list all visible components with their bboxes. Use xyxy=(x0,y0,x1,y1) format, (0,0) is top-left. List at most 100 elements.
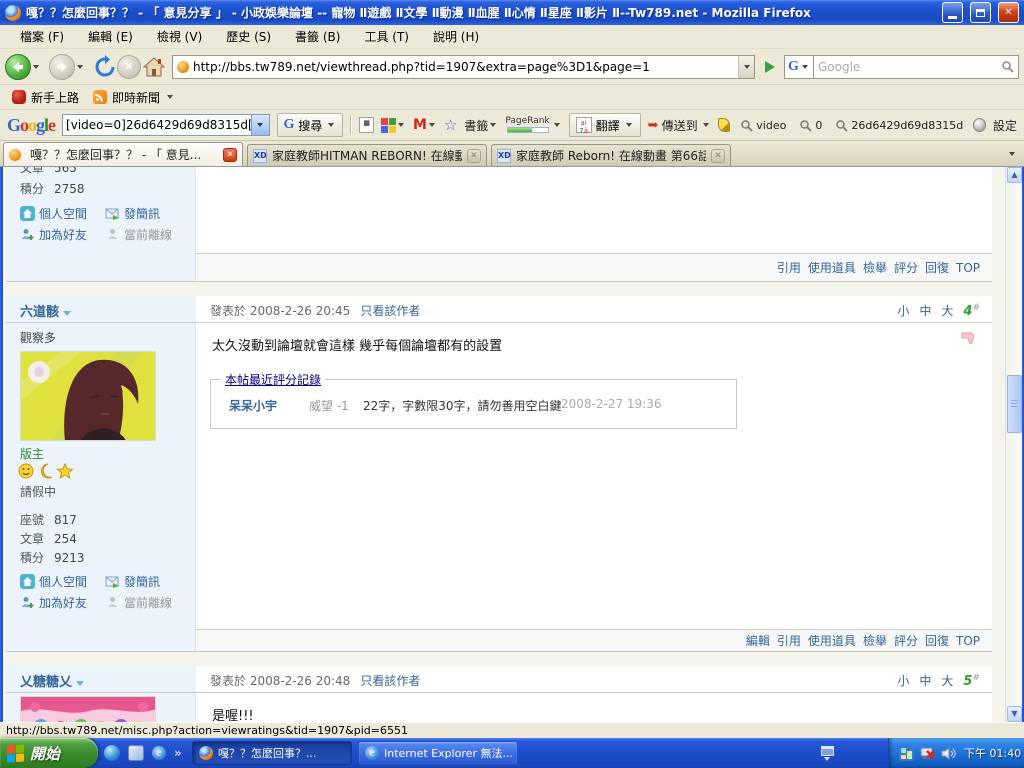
username-link[interactable]: 乂糖糖乂 xyxy=(20,671,84,690)
google-bookmarks-button[interactable]: 書籤 xyxy=(464,117,498,134)
thumb-down-icon[interactable] xyxy=(960,331,978,347)
floor-number[interactable]: 4# xyxy=(963,303,980,319)
home-button[interactable] xyxy=(141,54,167,80)
gmail-button[interactable]: M xyxy=(413,117,437,133)
stop-button[interactable]: ✕ xyxy=(117,55,141,79)
taskbar-toolbar-handle[interactable] xyxy=(818,741,836,765)
top-link[interactable]: TOP xyxy=(956,261,980,275)
taskbar-task-firefox[interactable]: 嘎？？怎麼回事？... xyxy=(192,741,352,765)
translate-button[interactable]: ai7ä 翻譯 xyxy=(569,113,641,137)
tray-volume-icon[interactable] xyxy=(941,746,956,761)
tab-reborn-1[interactable]: XD 家庭教師HITMAN REBORN! 在線動... ✕ xyxy=(247,144,487,166)
user-avatar[interactable] xyxy=(20,696,156,722)
vertical-scrollbar[interactable]: ▲ ▼ xyxy=(1005,167,1022,722)
reload-button[interactable] xyxy=(93,55,117,79)
search-field[interactable] xyxy=(814,55,1019,79)
font-small-link[interactable]: 小 xyxy=(897,302,909,319)
google-search-dropdown[interactable] xyxy=(251,115,269,135)
font-large-link[interactable]: 大 xyxy=(941,672,953,689)
personal-space-link[interactable]: 個人空間 xyxy=(39,573,87,590)
font-small-link[interactable]: 小 xyxy=(897,672,909,689)
menu-bookmarks[interactable]: 書籤 (B) xyxy=(285,25,350,48)
menu-edit[interactable]: 編輯 (E) xyxy=(78,25,143,48)
menu-view[interactable]: 檢視 (V) xyxy=(147,25,212,48)
window-icon[interactable] xyxy=(128,745,144,761)
globe-icon[interactable] xyxy=(104,745,120,761)
send-message-link[interactable]: 發簡訊 xyxy=(124,573,160,590)
url-history-dropdown[interactable] xyxy=(738,56,754,78)
menu-tools[interactable]: 工具 (T) xyxy=(354,25,419,48)
use-item-link[interactable]: 使用道具 xyxy=(808,259,856,276)
menu-help[interactable]: 說明 (H) xyxy=(423,25,489,48)
minimize-button[interactable] xyxy=(942,2,963,23)
only-author-link[interactable]: 只看該作者 xyxy=(360,304,420,318)
edit-link[interactable]: 編輯 xyxy=(746,632,770,649)
menu-history[interactable]: 歷史 (S) xyxy=(216,25,281,48)
reply-link[interactable]: 回復 xyxy=(925,259,949,276)
floor-number[interactable]: 5# xyxy=(963,673,980,689)
ie-quicklaunch-icon[interactable]: e xyxy=(152,746,166,760)
chevron-more-icon[interactable]: » xyxy=(174,746,182,760)
username-link[interactable]: 六道骸 xyxy=(20,301,71,320)
word-find-video[interactable]: video xyxy=(737,117,789,134)
tray-disconnected-icon[interactable] xyxy=(920,746,935,761)
quote-link[interactable]: 引用 xyxy=(777,259,801,276)
back-dropdown[interactable] xyxy=(33,65,39,69)
url-bar[interactable] xyxy=(172,55,755,79)
back-button[interactable] xyxy=(5,54,31,80)
settings-label[interactable]: 設定 xyxy=(993,117,1017,134)
highlighter-icon[interactable] xyxy=(718,118,731,132)
reply-link[interactable]: 回復 xyxy=(925,632,949,649)
pagerank-button[interactable]: PageRank xyxy=(505,117,561,133)
google-search-combo[interactable] xyxy=(62,114,270,136)
forward-dropdown[interactable] xyxy=(77,65,83,69)
scroll-down-button[interactable]: ▼ xyxy=(1007,706,1022,722)
scroll-up-button[interactable]: ▲ xyxy=(1007,167,1022,183)
tab-close-icon[interactable]: ✕ xyxy=(467,149,481,163)
bookmark-getting-started[interactable]: 新手上路 xyxy=(8,87,83,108)
google-search-button[interactable]: G 搜尋 xyxy=(277,113,344,137)
bookmark-star-icon[interactable]: ☆ xyxy=(444,116,457,134)
add-friend-link[interactable]: 加為好友 xyxy=(39,226,87,243)
send-message-link[interactable]: 發簡訊 xyxy=(124,205,160,222)
clock[interactable]: 下午 01:40 xyxy=(964,745,1021,761)
restore-button[interactable] xyxy=(970,2,991,23)
user-avatar[interactable] xyxy=(20,351,156,441)
bookmark-latest-news[interactable]: 即時新聞 xyxy=(89,87,179,108)
search-input[interactable] xyxy=(818,60,1001,74)
tab-reborn-2[interactable]: XD 家庭教師 Reborn! 在線動畫 第66話 -... ✕ xyxy=(491,144,731,166)
report-link[interactable]: 檢舉 xyxy=(863,259,887,276)
rate-link[interactable]: 評分 xyxy=(894,632,918,649)
tab-thread[interactable]: 嘎？？怎麼回事？？ - 「 意見... ✕ xyxy=(3,142,243,166)
url-input[interactable] xyxy=(193,60,738,74)
start-button[interactable]: 開始 xyxy=(0,738,98,768)
search-engine-button[interactable]: G xyxy=(784,55,814,79)
font-medium-link[interactable]: 中 xyxy=(919,302,931,319)
add-friend-link[interactable]: 加為好友 xyxy=(39,594,87,611)
font-large-link[interactable]: 大 xyxy=(941,302,953,319)
tab-list-dropdown[interactable] xyxy=(1003,144,1021,164)
close-button[interactable]: ✕ xyxy=(998,2,1019,23)
word-find-hash[interactable]: 26d6429d69d8315d xyxy=(832,117,966,134)
quote-link[interactable]: 引用 xyxy=(777,632,801,649)
use-item-link[interactable]: 使用道具 xyxy=(808,632,856,649)
pagerank-stamp-icon[interactable]: ▦ xyxy=(359,117,374,133)
user-dropdown-icon[interactable] xyxy=(63,311,71,316)
tab-close-icon[interactable]: ✕ xyxy=(711,149,725,163)
menu-file[interactable]: 檔案 (F) xyxy=(10,25,74,48)
user-dropdown-icon[interactable] xyxy=(76,681,84,686)
top-link[interactable]: TOP xyxy=(956,634,980,648)
tray-media-icon[interactable] xyxy=(899,746,914,761)
send-to-button[interactable]: ➥ 傳送到 xyxy=(648,117,711,134)
rating-user-link[interactable]: 呆呆小宇 xyxy=(229,397,277,414)
magnifier-icon[interactable] xyxy=(1001,60,1014,73)
go-button[interactable] xyxy=(760,55,780,79)
only-author-link[interactable]: 只看該作者 xyxy=(360,674,420,688)
options-sphere-icon[interactable] xyxy=(973,118,986,132)
personal-space-link[interactable]: 個人空間 xyxy=(39,205,87,222)
rate-link[interactable]: 評分 xyxy=(894,259,918,276)
forward-button[interactable] xyxy=(49,54,75,80)
word-find-0[interactable]: 0 xyxy=(796,117,825,134)
google-apps-button[interactable] xyxy=(381,118,406,133)
scrollbar-thumb[interactable] xyxy=(1007,375,1022,433)
